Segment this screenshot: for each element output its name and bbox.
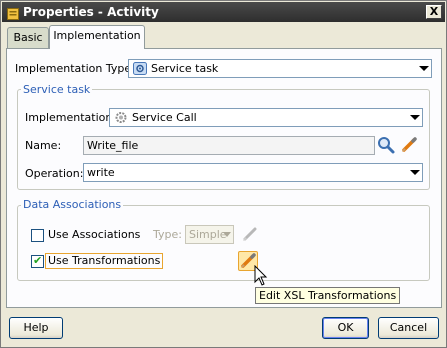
operation-label: Operation: — [25, 167, 84, 180]
mouse-cursor-icon — [254, 264, 268, 287]
edit-pencil-icon-disabled — [240, 224, 260, 244]
search-icon[interactable] — [376, 135, 396, 155]
implementation-value: Service Call — [132, 111, 197, 124]
help-button[interactable]: Help — [9, 317, 63, 339]
close-button[interactable]: X — [426, 5, 442, 19]
chevron-down-icon — [223, 232, 231, 237]
tab-basic[interactable]: Basic — [7, 27, 49, 48]
service-task-icon — [133, 62, 147, 75]
name-label: Name: — [25, 139, 62, 152]
use-transformations-checkbox[interactable]: ✔ — [31, 254, 44, 268]
operation-select[interactable]: write — [83, 163, 423, 182]
implementation-select[interactable]: Service Call — [109, 108, 423, 127]
title-bar[interactable]: Properties - Activity X — [2, 2, 445, 22]
gear-icon — [114, 111, 128, 124]
use-associations-label[interactable]: Use Associations — [48, 228, 140, 241]
properties-dialog: Properties - Activity X Basic Implementa… — [0, 0, 447, 348]
use-associations-checkbox[interactable] — [31, 229, 44, 242]
ok-button[interactable]: OK — [322, 317, 369, 339]
implementation-type-select[interactable]: Service task — [128, 59, 432, 78]
chevron-down-icon — [410, 170, 420, 175]
type-select: Simple — [185, 225, 234, 244]
checkmark-icon: ✔ — [33, 254, 43, 267]
implementation-type-value: Service task — [151, 62, 219, 75]
use-transformations-label[interactable]: Use Transformations — [45, 253, 164, 269]
type-value: Simple — [189, 228, 227, 241]
operation-value: write — [87, 166, 115, 179]
edit-pencil-icon[interactable] — [399, 135, 419, 155]
chevron-down-icon — [410, 115, 420, 120]
service-task-legend: Service task — [21, 83, 93, 96]
edit-xsl-tooltip: Edit XSL Transformations — [255, 287, 401, 304]
implementation-label: Implementation: — [25, 111, 117, 124]
window-title: Properties - Activity — [23, 5, 159, 19]
name-value: Write_file — [87, 139, 139, 152]
name-field[interactable]: Write_file — [83, 136, 375, 155]
type-label: Type: — [153, 228, 182, 241]
chevron-down-icon — [419, 66, 429, 71]
implementation-type-label: Implementation Type: — [15, 62, 135, 75]
cancel-button[interactable]: Cancel — [378, 317, 439, 339]
properties-icon — [7, 6, 19, 20]
data-associations-legend: Data Associations — [21, 198, 124, 211]
tab-implementation[interactable]: Implementation — [49, 25, 145, 49]
